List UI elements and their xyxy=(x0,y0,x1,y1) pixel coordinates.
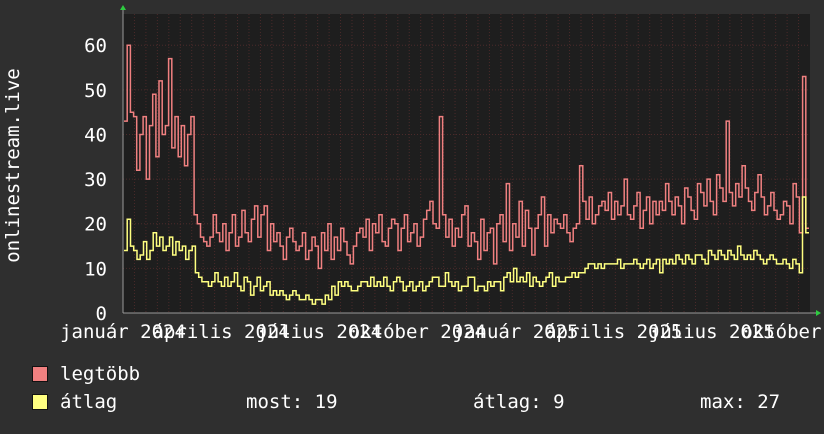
plot-area xyxy=(123,14,810,313)
y-axis-title: onlinestream.live xyxy=(2,68,24,262)
y-tick-label: 30 xyxy=(84,169,107,191)
legend-swatch-max xyxy=(32,366,48,382)
y-tick-label: 40 xyxy=(84,124,107,146)
legend-swatch-avg xyxy=(32,394,48,410)
x-axis-arrow xyxy=(816,310,821,316)
y-tick-label: 10 xyxy=(84,258,107,280)
y-tick-label: 50 xyxy=(84,80,107,102)
x-tick-label: október 2025 xyxy=(741,321,824,343)
stat-max: max: 27 xyxy=(700,391,781,413)
y-axis-arrow xyxy=(120,5,126,10)
legend-item-avg: átlag xyxy=(32,391,118,413)
stat-avg: átlag: 9 xyxy=(473,391,565,413)
stat-now: most: 19 xyxy=(246,391,338,413)
legend-item-max: legtöbb xyxy=(32,363,141,385)
legend-label-avg: átlag xyxy=(60,391,118,413)
legend-label-max: legtöbb xyxy=(60,363,141,385)
y-tick-label: 20 xyxy=(84,214,107,236)
y-tick-label: 60 xyxy=(84,35,107,57)
